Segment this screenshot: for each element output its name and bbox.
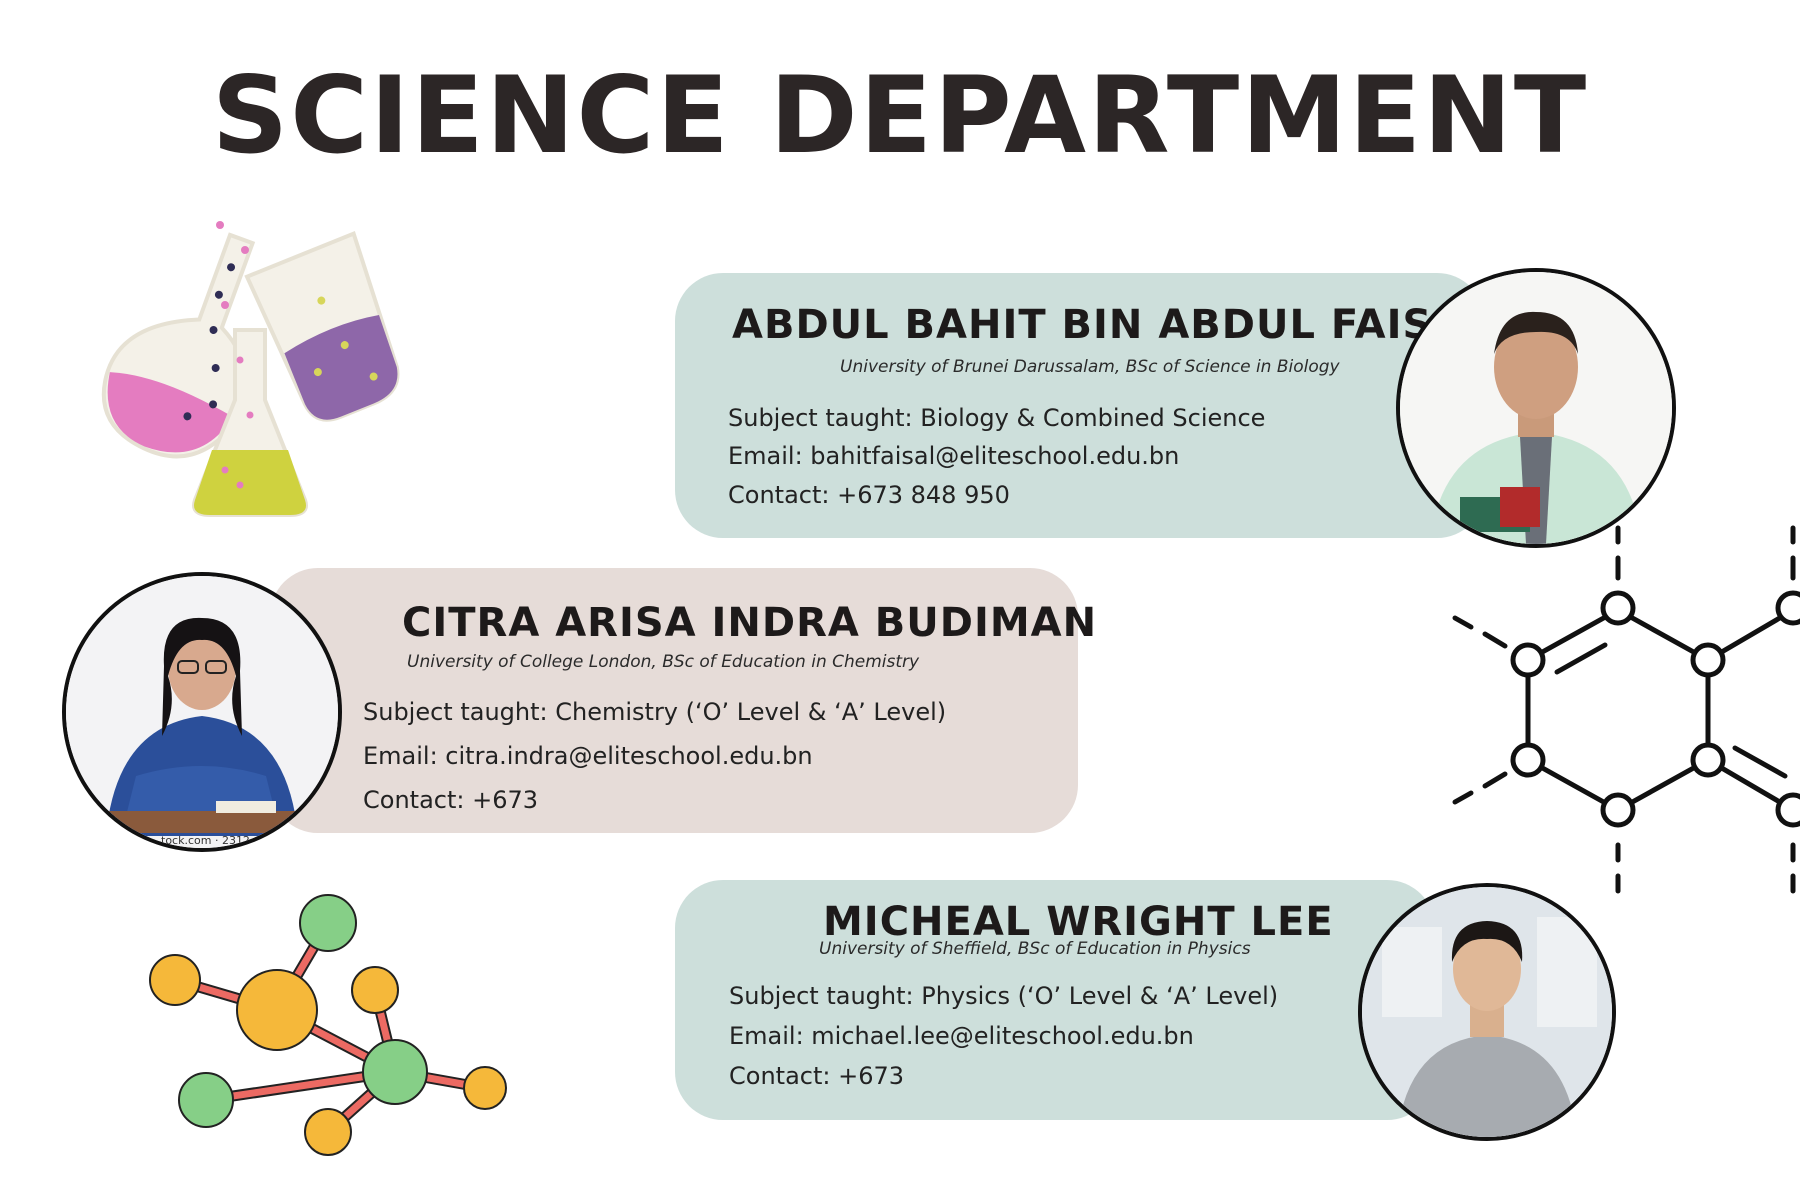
teacher-university: University of Sheffield, BSc of Educatio… [819,939,1251,959]
teacher-card-citra: CITRA ARISA INDRA BUDIMAN University of … [270,568,1096,833]
teacher-email: Email: citra.indra@eliteschool.edu.bn [363,742,813,770]
ball-stick-molecule-icon [149,894,507,1156]
teacher-card-abdul: ABDUL BAHIT BIN ABDUL FAISAL University … [675,273,1490,538]
teacher-subject: Subject taught: Chemistry (‘O’ Level & ‘… [363,698,947,726]
teacher-email: Email: bahitfaisal@eliteschool.edu.bn [728,442,1180,470]
photo-caption: tock.com · 2312 [161,834,250,847]
page-title: SCIENCE DEPARTMENT [211,54,1589,177]
teacher-university: University of Brunei Darussalam, BSc of … [840,357,1340,377]
teacher-email: Email: michael.lee@eliteschool.edu.bn [729,1022,1194,1050]
teacher-photo-citra: tock.com · 2312 [62,572,342,852]
teacher-photo-abdul [1396,268,1676,548]
teacher-name: ABDUL BAHIT BIN ABDUL FAISAL [732,302,1491,348]
teacher-subject: Subject taught: Physics (‘O’ Level & ‘A’… [729,982,1279,1010]
teacher-contact: Contact: +673 [729,1062,905,1090]
lab-flasks-icon [101,221,400,517]
teacher-university: University of College London, BSc of Edu… [407,652,920,672]
hexagon-molecule-icon [1452,525,1800,894]
teacher-photo-micheal [1358,883,1616,1141]
teacher-contact: Contact: +673 848 950 [728,481,1010,509]
teacher-card-micheal: MICHEAL WRIGHT LEE University of Sheffie… [675,880,1435,1120]
teacher-name: CITRA ARISA INDRA BUDIMAN [402,600,1098,646]
teacher-contact: Contact: +673 [363,786,539,814]
teacher-subject: Subject taught: Biology & Combined Scien… [728,404,1266,432]
teacher-name: MICHEAL WRIGHT LEE [823,899,1334,945]
